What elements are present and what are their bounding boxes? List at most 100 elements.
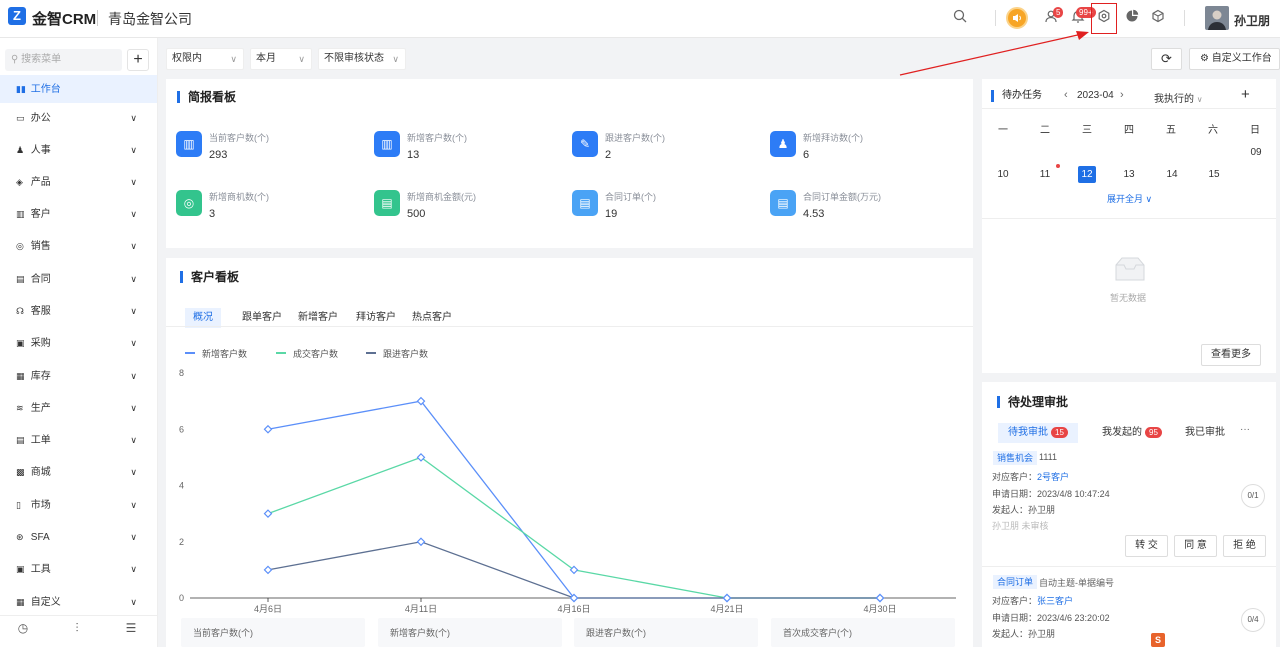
sidebar-item-office[interactable]: ▭ 办公 ∨ [0,104,157,132]
period-value: 本月 [256,53,276,64]
history-icon[interactable]: ◷ [13,621,33,635]
reject-button[interactable]: 拒 绝 [1223,535,1266,557]
search-placeholder: 搜索菜单 [21,54,62,65]
tab-approved[interactable]: 我已审批 [1185,423,1232,443]
search-icon[interactable] [950,9,970,27]
empty-text: 暂无数据 [1110,293,1147,303]
approvals-title: 待处理审批 [997,396,1068,408]
tab-new[interactable]: 新增客户 [298,308,338,328]
chevron-down-icon: ∨ [130,564,137,574]
sidebar-item-custom[interactable]: ▦ 自定义 ∨ [0,588,157,616]
sidebar-item-market[interactable]: ▯ 市场 ∨ [0,491,157,519]
calendar-day[interactable]: 10 [994,166,1012,183]
sliders-icon[interactable]: ⫶ [67,621,87,636]
approval-type-tag: 销售机会 [993,451,1038,465]
sidebar-item-service[interactable]: ☊ 客服 ∨ [0,297,157,325]
sidebar-item-sales[interactable]: ◎ 销售 ∨ [0,232,157,260]
sidebar-item-workorder[interactable]: ▤ 工单 ∨ [0,426,157,454]
stat-value[interactable]: 2 [605,149,611,161]
headset-icon: ☊ [16,306,24,316]
chevron-down-icon: ∨ [130,371,137,381]
sidebar-item-product[interactable]: ◈ 产品 ∨ [0,168,157,196]
sidebar-item-customer[interactable]: ▥ 客户 ∨ [0,200,157,228]
task-filter-select[interactable]: 我执行的 ∨ [1154,90,1203,105]
stat-value[interactable]: 13 [407,149,419,161]
sidebar-item-purchase[interactable]: ▣ 采购 ∨ [0,329,157,357]
stat-value[interactable]: 19 [605,208,617,220]
sidebar-item-inventory[interactable]: ▦ 库存 ∨ [0,362,157,390]
floating-helper-icon[interactable]: S [1151,633,1165,647]
view-more-button[interactable]: 查看更多 [1201,344,1261,366]
speaker-icon[interactable] [1006,7,1028,29]
search-input[interactable]: ⚲ 搜索菜单 [5,49,122,71]
sidebar-item-label: 客户 [30,209,51,220]
calendar-day-today[interactable]: 12 [1078,166,1096,183]
calendar-day[interactable]: 13 [1120,166,1138,183]
stat-value[interactable]: 6 [803,149,809,161]
approve-button[interactable]: 同 意 [1174,535,1217,557]
next-month-button[interactable]: › [1120,89,1124,101]
customize-workbench-button[interactable]: ⚙ 自定义工作台 [1189,48,1280,70]
field-label: 对应客户： [992,596,1038,606]
sidebar-item-hr[interactable]: ♟ 人事 ∨ [0,136,157,164]
customer-link[interactable]: 2号客户 [1037,472,1069,482]
add-menu-button[interactable]: + [127,49,149,71]
calendar-day[interactable]: 09 [1247,144,1265,161]
sidebar-item-production[interactable]: ≋ 生产 ∨ [0,394,157,422]
collapse-menu-icon[interactable]: ☰ [121,621,141,635]
monitor-icon: ▭ [16,113,25,123]
sidebar-item-tools[interactable]: ▣ 工具 ∨ [0,555,157,583]
calendar-day[interactable]: 11 [1036,166,1054,183]
chevron-down-icon: ∨ [130,241,137,251]
cube-icon[interactable] [1148,9,1168,27]
transfer-button[interactable]: 转 交 [1125,535,1168,557]
approval-subject[interactable]: 1111 [1039,452,1057,462]
stat-value[interactable]: 500 [407,208,425,220]
tab-initiated[interactable]: 我发起的 95 [1102,423,1162,443]
cart-icon: ▣ [16,338,25,348]
tab-visit[interactable]: 拜访客户 [356,308,396,328]
calendar-day[interactable]: 14 [1163,166,1181,183]
tab-overview[interactable]: 概况 [185,308,221,328]
audit-status-select[interactable]: 不限审核状态 ∨ [318,48,406,70]
summary-label: 当前客户数(个) [193,628,253,638]
pie-chart-icon[interactable] [1122,9,1142,27]
calendar-day[interactable]: 15 [1205,166,1223,183]
summary-label: 首次成交客户(个) [783,628,852,638]
sidebar-item-mall[interactable]: ▩ 商城 ∨ [0,458,157,486]
period-select[interactable]: 本月 ∨ [250,48,312,70]
ticket-icon: ▤ [16,435,25,445]
refresh-icon: ⟳ [1161,51,1172,66]
app-logo-icon[interactable]: Z [8,7,26,25]
refresh-button[interactable]: ⟳ [1151,48,1182,70]
summary-label: 新增客户数(个) [390,628,450,638]
prev-month-button[interactable]: ‹ [1064,89,1068,101]
field-label: 申请日期： [992,613,1038,623]
stat-value[interactable]: 293 [209,149,227,161]
scope-select[interactable]: 权限内 ∨ [166,48,244,70]
sidebar-item-label: 自定义 [30,597,61,608]
expand-month-button[interactable]: 展开全月 ∨ [1107,192,1152,205]
audit-value: 不限审核状态 [324,53,384,64]
tab-pending-approval[interactable]: 待我审批 15 [998,423,1078,443]
store-icon: ▩ [16,467,25,477]
sidebar-item-workbench[interactable]: ▮▮ 工作台 [0,75,157,103]
stat-value[interactable]: 4.53 [803,208,824,220]
tab-hot[interactable]: 热点客户 [412,308,452,328]
expand-label: 展开全月 [1107,194,1144,204]
customer-link[interactable]: 张三客户 [1037,596,1073,606]
tab-following[interactable]: 跟单客户 [242,308,282,328]
approval-date: 2023/4/8 10:47:24 [1037,489,1110,499]
stat-icon: ▤ [572,190,598,216]
sidebar-item-contract[interactable]: ▤ 合同 ∨ [0,265,157,293]
document-icon: ▤ [16,274,25,284]
app-brand[interactable]: 金智CRM [32,8,96,29]
approval-subject[interactable]: 自动主题-单据编号 [1039,576,1114,589]
box-icon: ◈ [16,177,23,187]
avatar[interactable] [1205,6,1229,30]
more-tabs-icon[interactable]: ··· [1240,424,1250,435]
sidebar-item-sfa[interactable]: ⊛ SFA ∨ [0,523,157,551]
add-task-button[interactable]: + [1241,86,1250,103]
username[interactable]: 孙卫朋 [1234,12,1270,29]
stat-value[interactable]: 3 [209,208,215,220]
